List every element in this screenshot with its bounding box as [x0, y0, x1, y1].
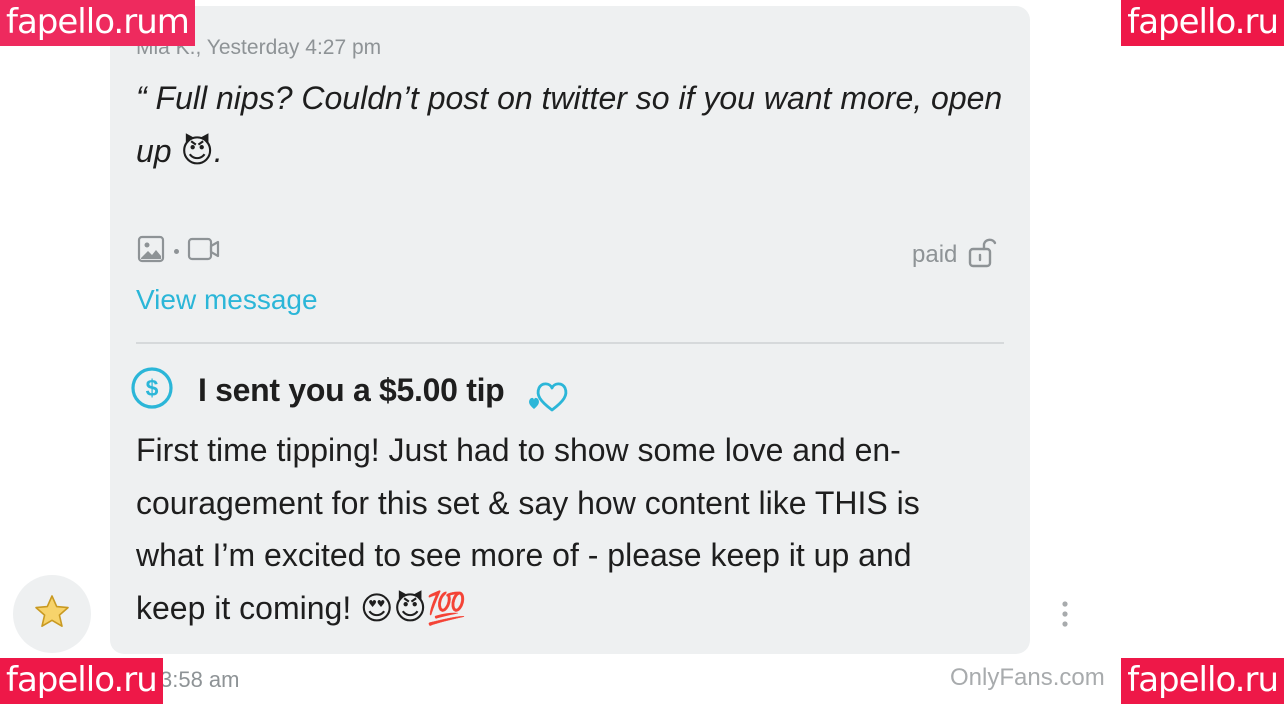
watermark-bottom-right: fapello.ru: [1121, 658, 1284, 704]
watermark-top-left: fapello.rum: [0, 0, 195, 46]
message-quote: “ Full nips? Couldn’t post on twitter so…: [136, 72, 1006, 178]
tip-line: couragement for this set & say how conte…: [136, 484, 920, 521]
tip-line: First time tipping! Just had to show som…: [136, 432, 901, 468]
watermark-bottom-left: fapello.ru: [0, 658, 163, 704]
paid-indicator: paid: [912, 236, 997, 273]
tip-line: what I’m excited to see more of - please…: [136, 537, 912, 573]
view-message-link[interactable]: View message: [136, 284, 318, 316]
more-options-button[interactable]: [1058, 600, 1072, 630]
video-icon: [187, 234, 221, 269]
tip-line-last: keep it coming! 😍😈💯: [136, 582, 1016, 635]
watermark-top-right: fapello.ru: [1121, 0, 1284, 46]
tip-title: I sent you a $5.00 tip: [198, 371, 505, 408]
separator-dot: [174, 248, 179, 254]
dollar-circle-icon: $: [130, 366, 174, 415]
quote-text: “ Full nips? Couldn’t post on twitter so…: [136, 80, 1003, 169]
quote-end: .: [213, 133, 223, 169]
image-icon: [136, 234, 166, 269]
site-watermark: OnlyFans.com: [950, 664, 1105, 691]
more-vertical-icon: [1058, 601, 1072, 634]
tip-header: $ I sent you a $5.00 tip: [130, 364, 572, 416]
tip-message: First time tipping! Just had to show som…: [136, 424, 1016, 634]
favorite-button[interactable]: [13, 575, 91, 653]
tip-emojis: 😍😈💯: [360, 588, 467, 627]
unlock-icon: [967, 236, 997, 273]
star-icon: [32, 592, 72, 637]
media-indicators: [136, 234, 221, 269]
message-timestamp: 3:58 am: [160, 667, 240, 692]
paid-label: paid: [912, 240, 958, 268]
devil-emoji: 😈: [180, 132, 214, 170]
divider: [136, 342, 1004, 344]
tip-line-text: keep it coming!: [136, 589, 352, 626]
svg-text:$: $: [146, 375, 159, 401]
hearts-icon: [526, 376, 572, 419]
